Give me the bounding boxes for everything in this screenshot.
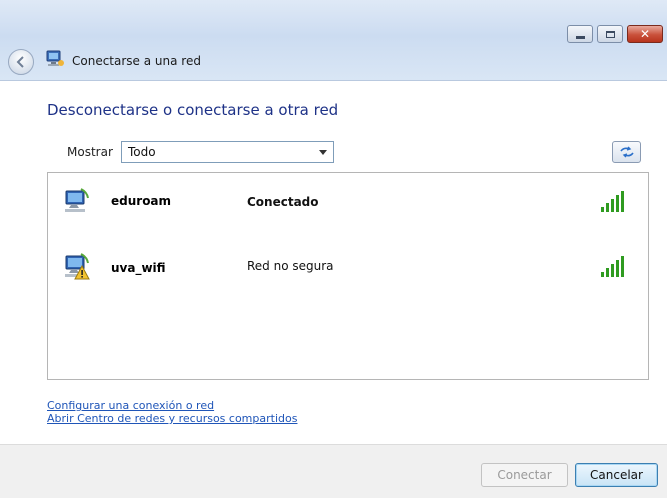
setup-connection-link[interactable]: Configurar una conexión o red xyxy=(47,399,297,412)
cancel-button[interactable]: Cancelar xyxy=(575,463,658,487)
network-name: eduroam xyxy=(111,194,172,208)
connect-network-dialog: ✕ Conectarse a una red Desconectarse o c… xyxy=(0,0,667,498)
close-button[interactable]: ✕ xyxy=(627,25,663,43)
minimize-button[interactable] xyxy=(567,25,593,43)
back-button[interactable] xyxy=(8,49,34,75)
chevron-down-icon xyxy=(319,150,327,155)
network-status: Red no segura xyxy=(247,259,334,273)
unsecured-network-icon xyxy=(65,253,90,280)
dialog-footer: Conectar Cancelar xyxy=(0,444,667,498)
filter-dropdown[interactable]: Todo xyxy=(121,141,334,163)
network-list: eduroam Conectado uva_wifi Red no segura xyxy=(47,172,649,380)
network-list-item-eduroam[interactable]: eduroam Conectado xyxy=(48,179,648,223)
network-center-link[interactable]: Abrir Centro de redes y recursos compart… xyxy=(47,412,297,425)
back-arrow-icon xyxy=(16,56,24,68)
links-section: Configurar una conexión o red Abrir Cent… xyxy=(47,399,297,425)
close-icon: ✕ xyxy=(639,27,651,41)
signal-strength-icon xyxy=(601,256,624,277)
filter-selected-value: Todo xyxy=(128,145,156,159)
refresh-button[interactable] xyxy=(612,141,641,163)
wireless-network-icon xyxy=(65,188,89,212)
network-status: Conectado xyxy=(247,195,319,209)
network-list-item-uva-wifi[interactable]: uva_wifi Red no segura xyxy=(48,244,648,288)
page-heading: Desconectarse o conectarse a otra red xyxy=(47,101,339,119)
minimize-icon xyxy=(575,35,585,39)
refresh-icon xyxy=(619,146,634,158)
connect-button[interactable]: Conectar xyxy=(481,463,568,487)
signal-strength-icon xyxy=(601,191,624,212)
title-bar: ✕ Conectarse a una red xyxy=(0,0,667,81)
window-title: Conectarse a una red xyxy=(72,54,201,68)
filter-label: Mostrar xyxy=(67,145,113,159)
network-name: uva_wifi xyxy=(111,261,166,275)
maximize-icon xyxy=(605,30,615,38)
maximize-button[interactable] xyxy=(597,25,623,43)
network-icon xyxy=(46,50,64,66)
window-controls: ✕ xyxy=(567,25,663,43)
